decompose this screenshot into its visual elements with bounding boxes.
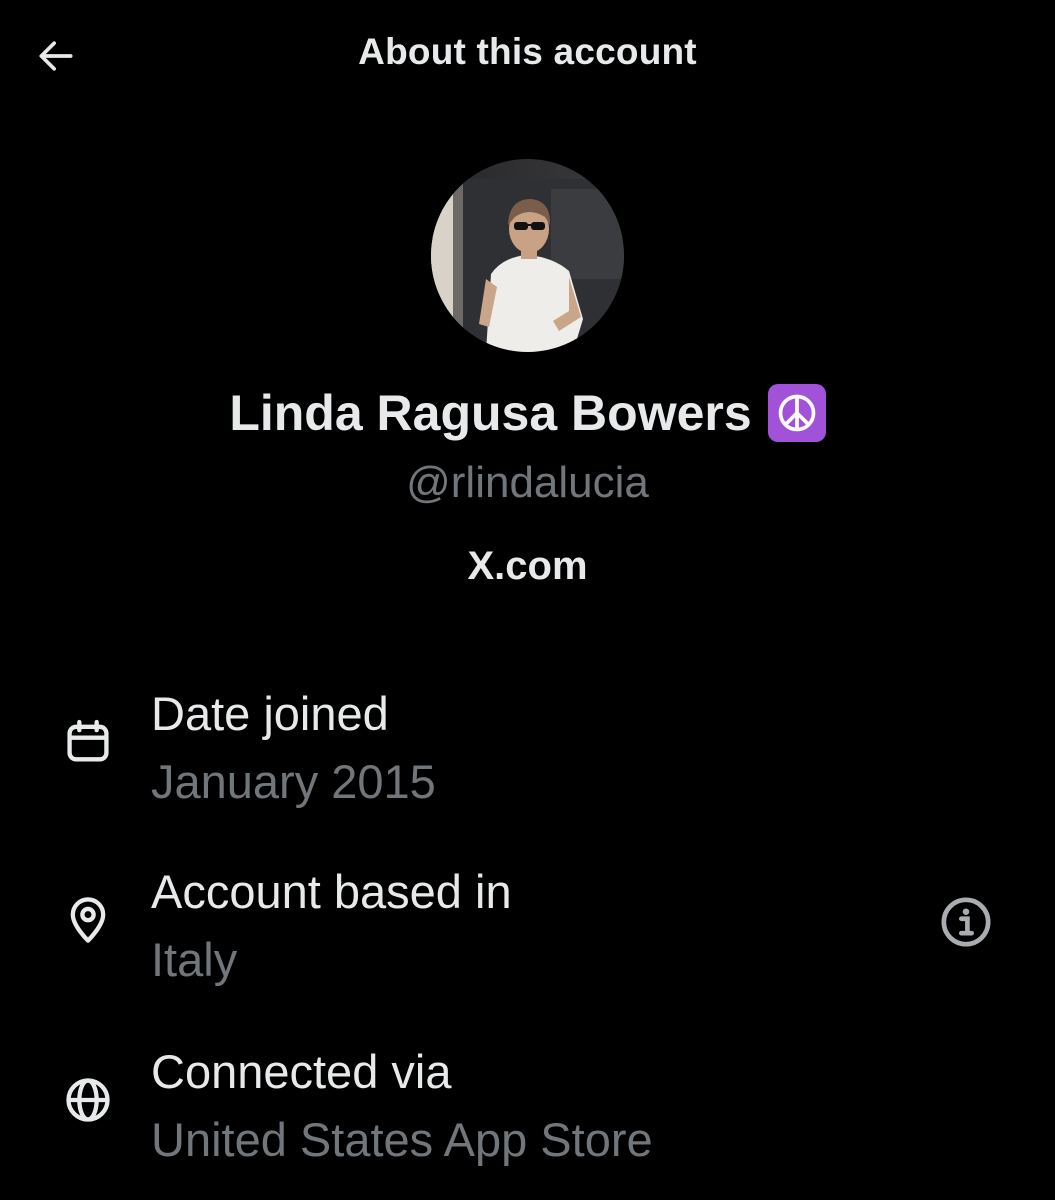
profile-photo [431,159,624,352]
account-based-in-value: Italy [151,933,238,986]
calendar-icon [67,719,109,762]
display-name: Linda Ragusa Bowers [229,385,752,441]
account-handle: @rlindalucia [406,458,649,507]
connected-via-value: United States App Store [151,1113,653,1166]
avatar[interactable] [431,159,624,352]
date-joined-label: Date joined [151,687,389,740]
detail-row-date-joined: Date joined January 2015 [0,680,1055,820]
peace-symbol-icon [767,384,826,442]
page-title: About this account [358,31,697,72]
display-name-row: Linda Ragusa Bowers [0,384,1055,442]
source-domain: X.com [467,544,588,588]
info-icon[interactable] [938,894,994,950]
detail-row-account-based-in: Account based in Italy [0,858,1055,998]
detail-row-connected-via: Connected via United States App Store [0,1038,1055,1178]
date-joined-value: January 2015 [151,755,436,808]
globe-icon [66,1078,110,1122]
connected-via-label: Connected via [151,1045,452,1098]
account-based-in-label: Account based in [151,865,512,918]
location-pin-icon [70,897,106,943]
top-bar: About this account [0,0,1055,110]
